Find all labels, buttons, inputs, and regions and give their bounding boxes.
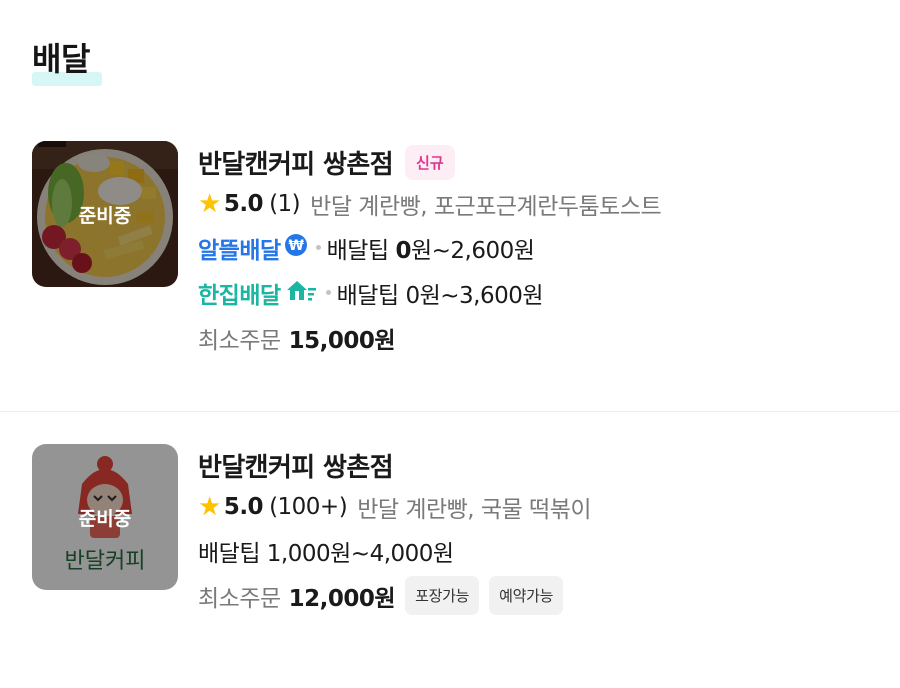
tag-chip-takeout: 포장가능	[405, 576, 480, 615]
min-order-row: 최소주문 12,000원 포장가능 예약가능	[198, 573, 868, 618]
min-order-row: 최소주문 15,000원	[198, 315, 868, 360]
store-info: 반달캔커피 쌍촌점 ★ 5.0 (100+) 반달 계란빵, 국물 떡볶이 배달…	[198, 444, 868, 618]
status-overlay: 준비중	[32, 141, 178, 287]
delivery-tip: 배달팁 1,000원~4,000원	[198, 540, 454, 567]
min-order-value: 12,000원	[288, 585, 396, 612]
star-icon: ★	[198, 189, 221, 219]
review-count: (1)	[269, 191, 301, 217]
delivery-row-alddeul: 알뜰배달 ₩ 배달팁 0 원~2,600원	[198, 225, 868, 270]
new-badge: 신규	[405, 144, 455, 180]
separator-dot	[325, 290, 331, 295]
alddeul-label: 알뜰배달 ₩	[198, 231, 308, 265]
store-thumbnail: 준비중	[32, 141, 178, 287]
delivery-tip-alddeul: 배달팁 0	[323, 231, 417, 267]
rating-score: 5.0	[223, 191, 264, 217]
min-order-label: 최소주문	[198, 585, 281, 612]
min-order-label: 최소주문	[198, 327, 281, 354]
divider	[0, 411, 900, 412]
min-order-value: 15,000원	[288, 327, 396, 354]
won-coin-icon: ₩	[284, 233, 308, 263]
store-info: 반달캔커피 쌍촌점 신규 ★ 5.0 (1) 반달 계란빵, 포근포근계란두툼토…	[198, 141, 868, 360]
menu-summary: 반달 계란빵, 포근포근계란두툼토스트	[310, 194, 662, 220]
section-title: 배달	[32, 34, 102, 90]
store-name[interactable]: 반달캔커피 쌍촌점	[198, 447, 394, 484]
rating-row: ★ 5.0 (100+) 반달 계란빵, 국물 떡볶이	[198, 486, 868, 528]
hanjib-label: 한집배달	[198, 276, 318, 310]
store-name[interactable]: 반달캔커피 쌍촌점	[198, 144, 394, 181]
delivery-tip-range: 원~2,600원	[410, 237, 535, 264]
delivery-row-hanjib: 한집배달 배달팁 0원~3,600원	[198, 270, 868, 315]
menu-summary: 반달 계란빵, 국물 떡볶이	[357, 497, 592, 523]
delivery-tip-label: 배달팁	[336, 282, 399, 309]
rating-row: ★ 5.0 (1) 반달 계란빵, 포근포근계란두툼토스트	[198, 183, 868, 225]
review-count: (100+)	[269, 494, 348, 520]
home-arrow-icon	[284, 278, 318, 308]
svg-text:₩: ₩	[288, 238, 304, 254]
rating-score: 5.0	[223, 494, 264, 520]
status-overlay: 준비중	[32, 444, 178, 590]
star-icon: ★	[198, 492, 221, 522]
store-thumbnail: 반달커피 준비중	[32, 444, 178, 590]
delivery-tip-range: 0원~3,600원	[405, 282, 544, 309]
page-title: 배달	[32, 40, 90, 78]
tag-chip-reservation: 예약가능	[489, 576, 564, 615]
delivery-tip-row: 배달팁 1,000원~4,000원	[198, 528, 868, 573]
separator-dot	[315, 245, 321, 250]
